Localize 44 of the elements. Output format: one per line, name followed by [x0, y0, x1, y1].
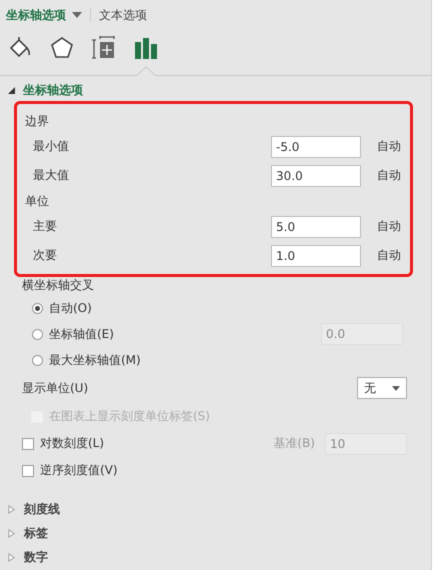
checkbox[interactable]	[22, 464, 34, 476]
paint-bucket-icon[interactable]	[8, 36, 32, 60]
pane-tab[interactable]: 文本选项	[99, 6, 147, 24]
radio-label[interactable]: 坐标轴值(E)	[49, 326, 299, 342]
bar-chart-icon[interactable]	[134, 36, 158, 60]
auto-label: 自动	[377, 247, 401, 264]
section-title[interactable]: 坐标轴选项	[23, 82, 83, 98]
pane-tab[interactable]: 坐标轴选项	[6, 6, 66, 24]
radio-button[interactable]	[32, 354, 43, 366]
section-title[interactable]: 数字	[24, 548, 48, 566]
checkbox-label[interactable]: 逆序刻度值(V)	[40, 462, 118, 479]
unit-dropdown[interactable]: 无	[357, 377, 407, 399]
value-field[interactable]: 1.0	[271, 244, 361, 266]
checkbox[interactable]	[22, 438, 34, 450]
caret-icon	[392, 386, 400, 390]
field-label: 主要	[33, 218, 58, 235]
group-title: 边界	[24, 113, 50, 130]
collapsed-triangle-icon[interactable]	[8, 552, 15, 562]
value-field[interactable]: -5.0	[271, 136, 361, 158]
auto-label: 自动	[377, 218, 401, 235]
section-title[interactable]: 标签	[24, 524, 48, 542]
expanded-triangle-icon[interactable]	[8, 86, 15, 94]
field-label: 次要	[33, 247, 58, 264]
checkbox-label[interactable]: 对数刻度(L)	[40, 435, 104, 452]
auto-label: 自动	[377, 167, 401, 184]
radio-label[interactable]: 最大坐标轴值(M)	[49, 352, 299, 368]
collapsed-triangle-icon[interactable]	[8, 504, 15, 514]
radio-button[interactable]	[32, 302, 43, 314]
field-label: 最大值	[33, 167, 70, 184]
radio-label[interactable]: 自动(O)	[49, 300, 299, 316]
radio-button[interactable]	[32, 328, 43, 340]
collapsed-triangle-icon[interactable]	[8, 528, 15, 538]
group-title: 横坐标轴交叉	[21, 277, 95, 294]
value-field[interactable]: 5.0	[271, 216, 361, 238]
pentagon-icon[interactable]	[50, 36, 74, 60]
field-label: 显示单位(U)	[22, 380, 90, 396]
value-field[interactable]: 30.0	[271, 164, 361, 186]
field-label: 最小值	[33, 138, 70, 155]
section-title[interactable]: 刻度线	[24, 500, 60, 518]
base-label: 基准(B)	[273, 435, 315, 452]
size-icon[interactable]	[92, 36, 116, 60]
caret-icon[interactable]	[72, 12, 82, 18]
auto-label: 自动	[377, 138, 401, 155]
group-title: 单位	[24, 193, 50, 210]
